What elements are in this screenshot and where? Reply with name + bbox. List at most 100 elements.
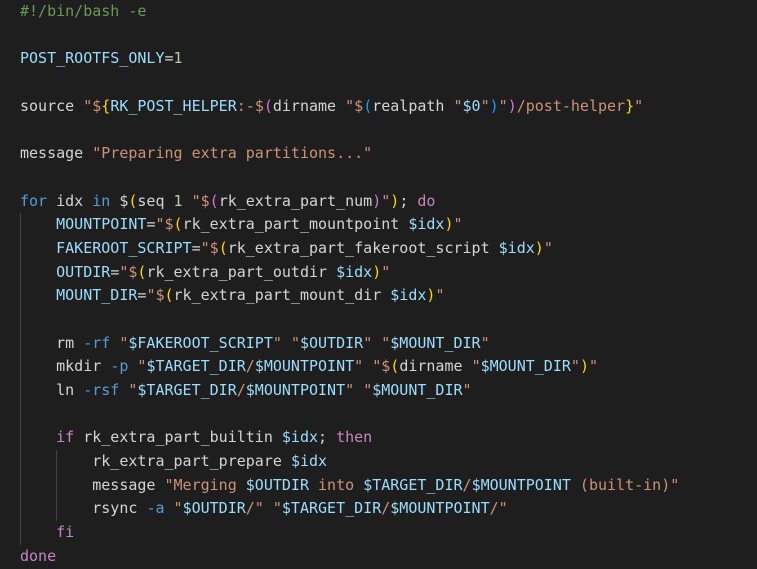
code-line[interactable] — [20, 71, 757, 95]
code-token-kw: if — [56, 428, 84, 447]
code-line[interactable]: POST_ROOTFS_ONLY=1 — [20, 47, 757, 71]
code-line[interactable] — [20, 24, 757, 48]
indent-guide — [20, 521, 21, 545]
code-token-str: "$ — [191, 191, 210, 210]
code-line[interactable]: fi — [20, 521, 757, 545]
code-token-brace1: ) — [534, 238, 544, 257]
code-token-str: " — [453, 96, 463, 115]
code-token-str: $ — [354, 96, 364, 115]
code-line[interactable]: mkdir -p "$TARGET_DIR/$MOUNTPOINT" "$(di… — [20, 355, 757, 379]
code-token-str: " — [173, 499, 183, 518]
code-line[interactable] — [20, 118, 757, 142]
code-line[interactable] — [20, 402, 757, 427]
code-token-plain: rk_extra_part_mountpoint — [182, 215, 409, 234]
code-token-var: RK_POST_HELPER — [110, 96, 237, 115]
code-token-plain: rk_extra_part_num — [218, 191, 373, 210]
code-line[interactable]: FAKEROOT_SCRIPT="$(rk_extra_part_fakeroo… — [20, 236, 757, 261]
code-token-var: $MOUNT_DIR — [372, 381, 463, 399]
code-token-str: / — [236, 381, 246, 399]
code-token-var: $OUTDIR — [182, 499, 246, 518]
code-token-str: " — [363, 381, 373, 399]
code-line[interactable]: if rk_extra_part_builtin $idx; then — [20, 426, 757, 451]
code-token-str: " — [381, 262, 391, 281]
code-token-str: " — [453, 215, 463, 234]
code-token-kw: done — [20, 546, 57, 565]
code-token-var: $MOUNTPOINT — [390, 499, 490, 518]
code-line[interactable] — [20, 166, 757, 190]
code-token-var: $FAKEROOT_SCRIPT — [128, 333, 273, 352]
code-token-brace1: { — [101, 96, 111, 115]
code-token-op: = — [191, 238, 201, 257]
code-token-var: $TARGET_DIR — [281, 499, 382, 518]
code-line[interactable] — [20, 307, 757, 332]
code-token-var: $idx — [408, 215, 445, 234]
indent-guide — [20, 426, 21, 451]
code-editor[interactable]: #!/bin/bash -e POST_ROOTFS_ONLY=1 source… — [0, 0, 757, 569]
code-token-plain: ln — [56, 381, 84, 399]
code-token-flag: -a — [146, 499, 174, 518]
code-token-var: $MOUNTPOINT — [245, 381, 346, 399]
code-line[interactable]: message "Merging $OUTDIR into $TARGET_DI… — [20, 473, 757, 498]
code-token-str: " — [570, 357, 580, 376]
code-token-brace3: ) — [489, 96, 499, 115]
code-token-brace1: ( — [218, 238, 228, 257]
code-token-brace2: ) — [507, 96, 517, 115]
code-token-str: " — [381, 333, 391, 352]
code-line[interactable]: ln -rsf "$TARGET_DIR/$MOUNTPOINT" "$MOUN… — [20, 379, 757, 403]
code-token-str: into — [309, 475, 364, 494]
indent-guide — [56, 450, 58, 474]
code-token-str: :- — [236, 96, 255, 115]
code-line[interactable]: done — [20, 545, 757, 569]
indent-guide — [20, 307, 21, 332]
code-line[interactable]: source "${RK_POST_HELPER:-$(dirname "$(r… — [20, 95, 757, 119]
code-token-plain: source — [20, 96, 84, 115]
code-token-var: $MOUNTPOINT — [254, 357, 355, 376]
code-token-ctl: for — [20, 191, 57, 210]
code-line[interactable]: OUTDIR="$(rk_extra_part_outdir $idx)" — [20, 260, 757, 285]
code-token-op: = — [110, 262, 120, 281]
code-token-brace3: ( — [363, 96, 373, 115]
code-token-str: "Merging — [164, 475, 246, 494]
code-token-str: " — [471, 357, 481, 376]
code-token-kw: then — [336, 428, 373, 447]
code-token-var: $OUTDIR — [245, 475, 309, 494]
code-token-str: " — [588, 357, 598, 376]
code-line[interactable]: MOUNT_DIR="$(rk_extra_part_mount_dir $id… — [20, 284, 757, 308]
code-line[interactable]: rsync -a "$OUTDIR/" "$TARGET_DIR/$MOUNTP… — [20, 497, 757, 522]
code-token-num: 1 — [173, 191, 192, 210]
indent-guide — [56, 497, 58, 522]
indent-guide — [20, 331, 21, 356]
code-token-plain: idx — [56, 191, 93, 210]
code-token-var: $MOUNT_DIR — [390, 333, 481, 352]
code-token-var: $idx — [498, 238, 535, 257]
code-line[interactable]: rk_extra_part_prepare $idx — [20, 450, 757, 474]
code-line[interactable]: rm -rf "$FAKEROOT_SCRIPT" "$OUTDIR" "$MO… — [20, 331, 757, 356]
indent-guide — [20, 284, 21, 308]
code-line[interactable]: for idx in $(seq 1 "$(rk_extra_part_num)… — [20, 190, 757, 214]
code-token-brace1: ) — [372, 262, 382, 281]
code-token-str: " — [272, 499, 282, 518]
code-token-flag: -rf — [83, 333, 120, 352]
code-token-str: /" — [245, 499, 273, 518]
code-line[interactable]: message "Preparing extra partitions..." — [20, 142, 757, 166]
indent-guide — [56, 473, 58, 498]
code-token-plain: ; — [318, 428, 337, 447]
code-token-num: 1 — [173, 49, 183, 68]
code-token-kw: fi — [56, 523, 75, 542]
code-token-kw: do — [417, 191, 436, 210]
code-token-var: MOUNT_DIR — [56, 286, 138, 305]
code-token-str: / — [381, 499, 391, 518]
code-token-str: $ — [254, 96, 264, 115]
indent-guide — [20, 473, 21, 498]
code-line[interactable]: MOUNTPOINT="$(rk_extra_part_mountpoint $… — [20, 213, 757, 237]
code-token-var: OUTDIR — [56, 262, 111, 281]
code-token-str: "$ — [146, 286, 165, 305]
code-line[interactable]: #!/bin/bash -e — [20, 0, 757, 24]
